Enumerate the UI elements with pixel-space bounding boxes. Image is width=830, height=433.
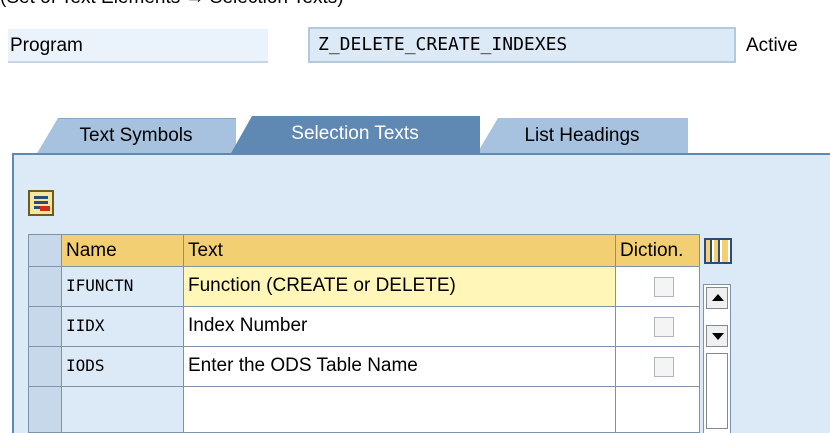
row-name: IIDX [62,307,184,347]
dictionary-checkbox[interactable] [654,317,674,337]
tab-text-symbols[interactable]: Text Symbols [36,118,236,155]
select-all-cell[interactable] [28,234,62,267]
column-settings-icon[interactable] [704,238,732,264]
tab-label: Selection Texts [291,123,419,144]
row-name [62,387,184,433]
icon-column [706,240,712,262]
column-header-name[interactable]: Name [62,234,184,267]
icon-line [34,201,48,204]
row-text-input[interactable]: Enter the ODS Table Name [184,347,616,387]
scroll-up-icon[interactable] [706,287,728,309]
tab-label: Text Symbols [79,125,193,146]
triangle [712,333,724,340]
icon-column [714,240,720,262]
icon-line [34,196,48,199]
column-header-text[interactable]: Text [184,234,616,267]
vertical-scrollbar[interactable] [703,284,731,433]
tab-strip: Text Symbols List Headings Selection Tex… [0,110,830,155]
row-text-input[interactable] [184,387,616,433]
program-label: Program [8,29,268,63]
icon-column [722,240,728,262]
program-row: Program Z_DELETE_CREATE_INDEXES Active [0,27,830,67]
dictionary-cell [616,387,700,433]
tab-list-headings[interactable]: List Headings [476,118,688,155]
scroll-down-icon[interactable] [706,325,728,347]
row-name: IODS [62,347,184,387]
row-selector[interactable] [28,267,62,307]
program-name-field[interactable]: Z_DELETE_CREATE_INDEXES [308,27,736,63]
triangle [712,294,724,301]
dictionary-cell [616,267,700,307]
dictionary-checkbox[interactable] [654,357,674,377]
icon-accent [40,206,50,211]
row-selector[interactable] [28,307,62,347]
tab-label: List Headings [524,125,640,146]
scroll-thumb[interactable] [706,353,728,429]
row-text-input[interactable]: Index Number [184,307,616,347]
table-insert-icon[interactable] [28,190,54,216]
tab-selection-texts[interactable]: Selection Texts [230,116,480,155]
row-selector[interactable] [28,347,62,387]
row-selector[interactable] [28,387,62,433]
row-name: IFUNCTN [62,267,184,307]
program-status: Active [746,35,798,56]
partial-caption: (Set of Text Elements → Selection Texts) [0,0,344,9]
column-header-dictionary[interactable]: Diction. [616,234,700,267]
dictionary-cell [616,307,700,347]
dictionary-cell [616,347,700,387]
dictionary-checkbox[interactable] [654,277,674,297]
row-text-input[interactable]: Function (CREATE or DELETE) [184,267,616,307]
